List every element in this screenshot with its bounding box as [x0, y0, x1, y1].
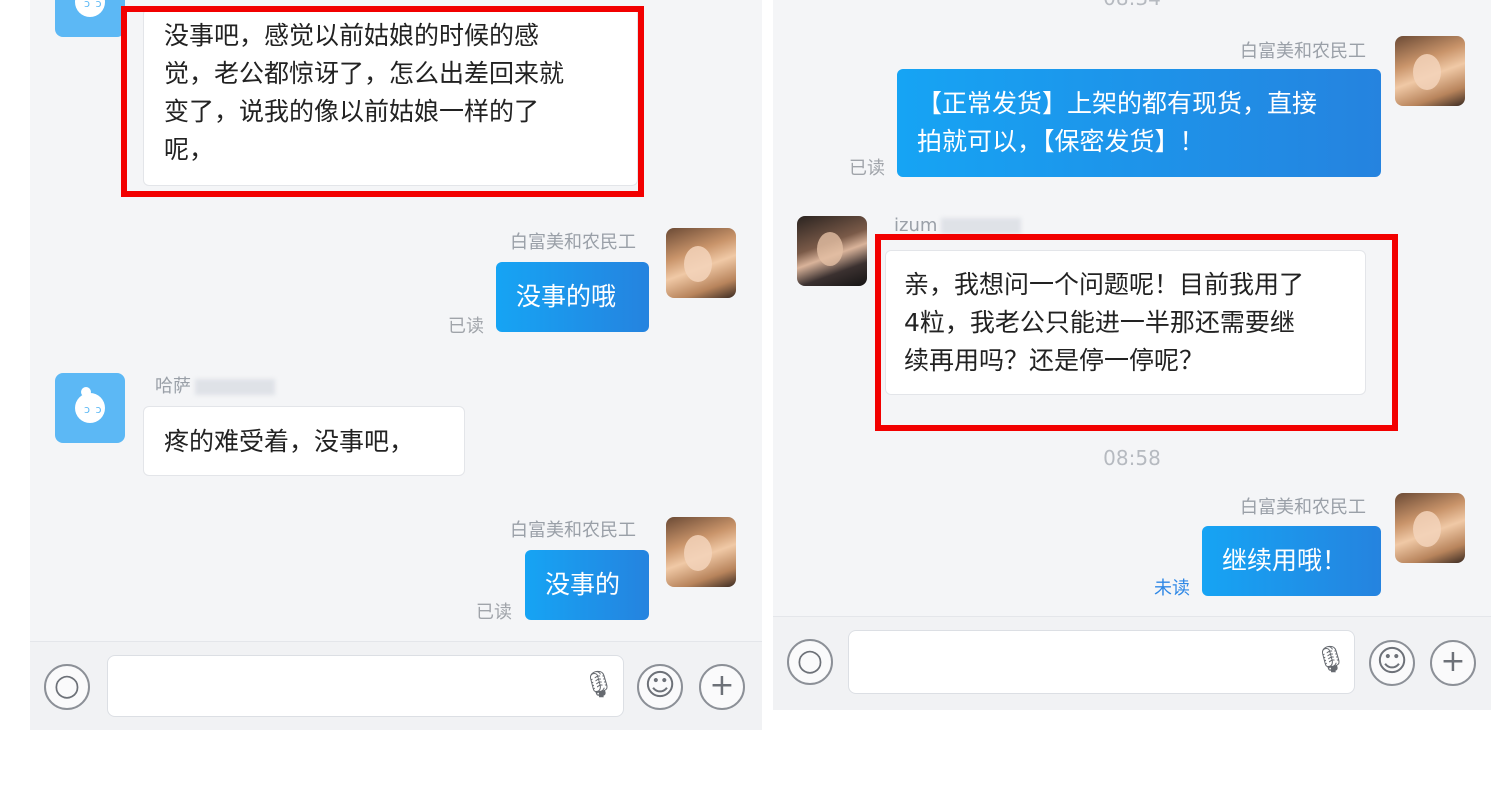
speech-bubble-icon[interactable]: ○ [44, 664, 90, 710]
customer-name: 哈萨 [155, 372, 275, 398]
outgoing-message-bubble: 【正常发货】上架的都有现货，直接 拍就可以，【保密发货】！ [897, 69, 1381, 177]
unread-status: 未读 [1154, 578, 1190, 599]
sender-name: 白富美和农民工 [1240, 41, 1366, 62]
message-line: 拍就可以，【保密发货】！ [917, 127, 1205, 156]
sender-name: 白富美和农民工 [510, 232, 636, 253]
plus-icon[interactable]: + [699, 664, 745, 710]
read-status: 已读 [849, 158, 885, 179]
agent-avatar[interactable] [1395, 493, 1465, 563]
incoming-message-bubble: 疼的难受着，没事吧， [143, 406, 465, 476]
sender-name: 白富美和农民工 [1240, 497, 1366, 518]
timestamp: 08:34 [773, 0, 1491, 10]
read-status: 已读 [448, 316, 484, 337]
agent-avatar[interactable] [666, 517, 736, 587]
blurred-name [195, 379, 275, 395]
left-chat-panel: ɔ ɔ 没事吧，感觉以前姑娘的时候的感 觉，老公都惊讶了，怎么出差回来就 变了，… [30, 0, 762, 730]
smiley-icon[interactable]: ☺ [1369, 640, 1415, 686]
highlight-box [875, 234, 1398, 431]
read-status: 已读 [476, 602, 512, 623]
microphone-icon[interactable]: 🎙 [1314, 645, 1347, 675]
highlight-box [121, 6, 644, 197]
agent-avatar[interactable] [1395, 36, 1465, 106]
timestamp: 08:58 [1103, 446, 1161, 470]
agent-avatar[interactable] [666, 228, 736, 298]
speech-bubble-icon[interactable]: ○ [787, 639, 833, 685]
microphone-icon[interactable]: 🎙 [582, 670, 615, 700]
right-chat-panel: 08:34 白富美和农民工 【正常发货】上架的都有现货，直接 拍就可以，【保密发… [773, 0, 1491, 710]
bot-avatar[interactable]: ɔ ɔ [55, 0, 125, 37]
smiley-icon[interactable]: ☺ [637, 664, 683, 710]
customer-avatar[interactable] [797, 216, 867, 286]
sender-name: 白富美和农民工 [510, 520, 636, 541]
input-bar: ○ 🎙 ☺ + [773, 616, 1491, 710]
message-input[interactable] [848, 630, 1355, 694]
outgoing-message-bubble: 没事的哦 [496, 262, 649, 332]
message-input[interactable] [107, 655, 624, 717]
blurred-name [941, 218, 1022, 234]
outgoing-message-bubble: 继续用哦！ [1202, 526, 1381, 596]
customer-avatar[interactable]: ɔ ɔ [55, 373, 125, 443]
input-bar: ○ 🎙 ☺ + [30, 641, 762, 730]
outgoing-message-bubble: 没事的 [525, 550, 649, 620]
plus-icon[interactable]: + [1430, 640, 1476, 686]
message-line: 【正常发货】上架的都有现货，直接 [917, 89, 1318, 118]
customer-name: izum [894, 215, 1022, 236]
